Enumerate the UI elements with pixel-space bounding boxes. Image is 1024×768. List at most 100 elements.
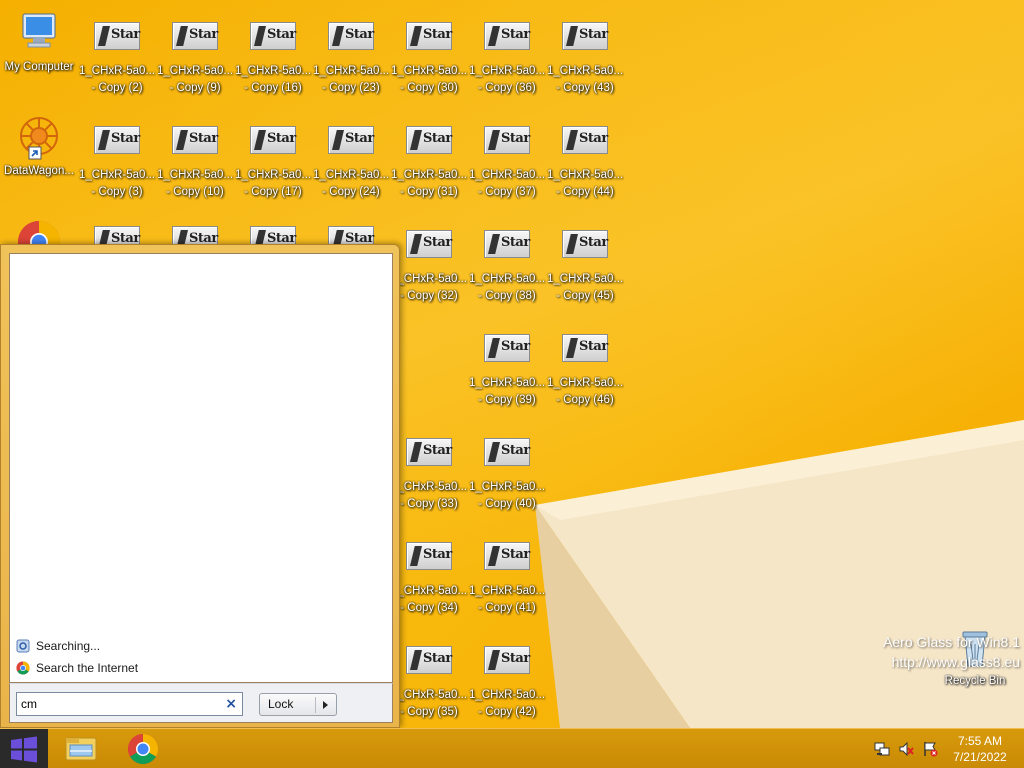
desktop-icon-c9[interactable]: Star 1_CHxR-5a0... - Copy (9) — [156, 14, 234, 114]
desktop-icon-label: - Copy (41) — [478, 602, 536, 614]
star-shortcut-icon: Star — [93, 14, 141, 62]
network-icon[interactable] — [874, 741, 890, 757]
desktop-icon-label: - Copy (45) — [556, 290, 614, 302]
desktop-icon-c17[interactable]: Star 1_CHxR-5a0... - Copy (17) — [234, 118, 312, 218]
desktop-icon-label: 1_CHxR-5a0... — [78, 169, 156, 181]
desktop-icon-label: - Copy (46) — [556, 394, 614, 406]
desktop-icon-c16[interactable]: Star 1_CHxR-5a0... - Copy (16) — [234, 14, 312, 114]
desktop-icon-label: - Copy (24) — [322, 186, 380, 198]
chrome-icon — [128, 734, 158, 764]
chrome-taskbar-button[interactable] — [120, 731, 166, 767]
desktop-icon-c44[interactable]: Star 1_CHxR-5a0... - Copy (44) — [546, 118, 624, 218]
start-menu-bottom-bar: × Lock — [9, 683, 393, 723]
clear-search-icon[interactable]: × — [225, 696, 237, 712]
star-shortcut-icon: Star — [405, 14, 453, 62]
desktop-icon-c36[interactable]: Star 1_CHxR-5a0... - Copy (36) — [468, 14, 546, 114]
search-internet-label: Search the Internet — [36, 661, 139, 675]
lock-button[interactable]: Lock — [259, 693, 337, 716]
clock-date: 7/21/2022 — [953, 750, 1007, 764]
desktop-icon-label: 1_CHxR-5a0... — [468, 65, 546, 77]
desktop-icon-c10[interactable]: Star 1_CHxR-5a0... - Copy (10) — [156, 118, 234, 218]
power-options-arrow-icon[interactable] — [323, 701, 328, 709]
star-shortcut-icon: Star — [483, 638, 531, 686]
desktop-icon-label: 1_CHxR-5a0... — [546, 377, 624, 389]
desktop-icon-label: My Computer — [4, 61, 74, 73]
start-menu-results-panel: Searching... Search the Internet — [9, 253, 393, 683]
desktop-icon-c40[interactable]: Star 1_CHxR-5a0... - Copy (40) — [468, 430, 546, 530]
desktop-icon-label: - Copy (34) — [400, 602, 458, 614]
desktop-icon-c43[interactable]: Star 1_CHxR-5a0... - Copy (43) — [546, 14, 624, 114]
start-search-input[interactable] — [21, 695, 211, 713]
desktop-icon-label: 1_CHxR-5a0... — [468, 273, 546, 285]
desktop-icon-c3[interactable]: Star 1_CHxR-5a0... - Copy (3) — [78, 118, 156, 218]
desktop-icon-c30[interactable]: Star 1_CHxR-5a0... - Copy (30) — [390, 14, 468, 114]
desktop-icon-c24[interactable]: Star 1_CHxR-5a0... - Copy (24) — [312, 118, 390, 218]
desktop-icon-label: - Copy (23) — [322, 82, 380, 94]
desktop-icon-c39[interactable]: Star 1_CHxR-5a0... - Copy (39) — [468, 326, 546, 426]
star-shortcut-icon: Star — [483, 118, 531, 166]
desktop-icon-datawagon[interactable]: DataWagon... — [0, 114, 78, 214]
star-shortcut-icon: Star — [483, 326, 531, 374]
desktop-icon-label: DataWagon... — [4, 165, 74, 177]
taskbar-clock[interactable]: 7:55 AM 7/21/2022 — [950, 733, 1010, 765]
desktop-icon-c2[interactable]: Star 1_CHxR-5a0... - Copy (2) — [78, 14, 156, 114]
desktop-icon-c37[interactable]: Star 1_CHxR-5a0... - Copy (37) — [468, 118, 546, 218]
clock-time: 7:55 AM — [957, 734, 1003, 748]
desktop-icon-c33[interactable]: Star 1_CHxR-5a0... - Copy (33) — [390, 430, 468, 530]
search-internet-row[interactable]: Search the Internet — [16, 658, 138, 678]
start-search-box[interactable]: × — [16, 692, 243, 716]
desktop-icon-label: 1_CHxR-5a0... — [468, 689, 546, 701]
desktop-icon-c46[interactable]: Star 1_CHxR-5a0... - Copy (46) — [546, 326, 624, 426]
desktop-icon-label: 1_CHxR-5a0... — [156, 169, 234, 181]
desktop-icon-c38[interactable]: Star 1_CHxR-5a0... - Copy (38) — [468, 222, 546, 322]
desktop-icon-label: 1_CHxR-5a0... — [234, 169, 312, 181]
desktop-icon-label: - Copy (31) — [400, 186, 458, 198]
desktop-icon-label: - Copy (37) — [478, 186, 536, 198]
start-button[interactable] — [0, 729, 48, 768]
desktop-icon-label: - Copy (44) — [556, 186, 614, 198]
desktop-icon-label: - Copy (30) — [400, 82, 458, 94]
file-explorer-taskbar-button[interactable] — [58, 731, 104, 767]
star-shortcut-icon: Star — [483, 14, 531, 62]
taskbar: 7:55 AM 7/21/2022 — [0, 728, 1024, 768]
desktop-icon-label: - Copy (17) — [244, 186, 302, 198]
desktop-icon-label: 1_CHxR-5a0... — [390, 585, 468, 597]
desktop-icon-c42[interactable]: Star 1_CHxR-5a0... - Copy (42) — [468, 638, 546, 728]
desktop-icon-my-computer[interactable]: My Computer — [0, 10, 78, 110]
desktop-icon-label: 1_CHxR-5a0... — [390, 689, 468, 701]
action-center-icon[interactable] — [922, 741, 938, 757]
desktop-icon-label: 1_CHxR-5a0... — [78, 65, 156, 77]
lock-button-separator — [315, 697, 316, 713]
watermark-line-2: http://www.glass8.eu — [891, 654, 1020, 670]
desktop-icon-c41[interactable]: Star 1_CHxR-5a0... - Copy (41) — [468, 534, 546, 634]
desktop-icon-label: 1_CHxR-5a0... — [312, 169, 390, 181]
desktop-icon-label: 1_CHxR-5a0... — [390, 65, 468, 77]
searching-row: Searching... — [16, 636, 100, 656]
star-shortcut-icon: Star — [327, 118, 375, 166]
star-shortcut-icon: Star — [327, 14, 375, 62]
star-shortcut-icon: Star — [483, 222, 531, 270]
star-shortcut-icon: Star — [483, 430, 531, 478]
desktop-icon-c32[interactable]: Star 1_CHxR-5a0... - Copy (32) — [390, 222, 468, 322]
desktop-icon-c34[interactable]: Star 1_CHxR-5a0... - Copy (34) — [390, 534, 468, 634]
desktop-icon-label: 1_CHxR-5a0... — [468, 169, 546, 181]
desktop-icon-label: 1_CHxR-5a0... — [390, 481, 468, 493]
start-menu: Searching... Search the Internet × Lock — [0, 244, 400, 728]
star-shortcut-icon: Star — [405, 222, 453, 270]
star-shortcut-icon: Star — [171, 118, 219, 166]
aero-glass-watermark: Aero Glass for Win8.1 http://www.glass8.… — [883, 632, 1020, 672]
desktop-icon-label: 1_CHxR-5a0... — [546, 65, 624, 77]
desktop-icon-c23[interactable]: Star 1_CHxR-5a0... - Copy (23) — [312, 14, 390, 114]
desktop-icon-label: 1_CHxR-5a0... — [468, 377, 546, 389]
desktop-icon-label: 1_CHxR-5a0... — [234, 65, 312, 77]
desktop-icon-label: - Copy (16) — [244, 82, 302, 94]
desktop-icon-label: - Copy (36) — [478, 82, 536, 94]
desktop-icon-c45[interactable]: Star 1_CHxR-5a0... - Copy (45) — [546, 222, 624, 322]
desktop-icon-label: 1_CHxR-5a0... — [468, 481, 546, 493]
star-shortcut-icon: Star — [249, 118, 297, 166]
desktop-icon-c35[interactable]: Star 1_CHxR-5a0... - Copy (35) — [390, 638, 468, 728]
star-shortcut-icon: Star — [171, 14, 219, 62]
volume-muted-icon[interactable] — [898, 741, 914, 757]
desktop-icon-c31[interactable]: Star 1_CHxR-5a0... - Copy (31) — [390, 118, 468, 218]
desktop-icon-label: - Copy (42) — [478, 706, 536, 718]
